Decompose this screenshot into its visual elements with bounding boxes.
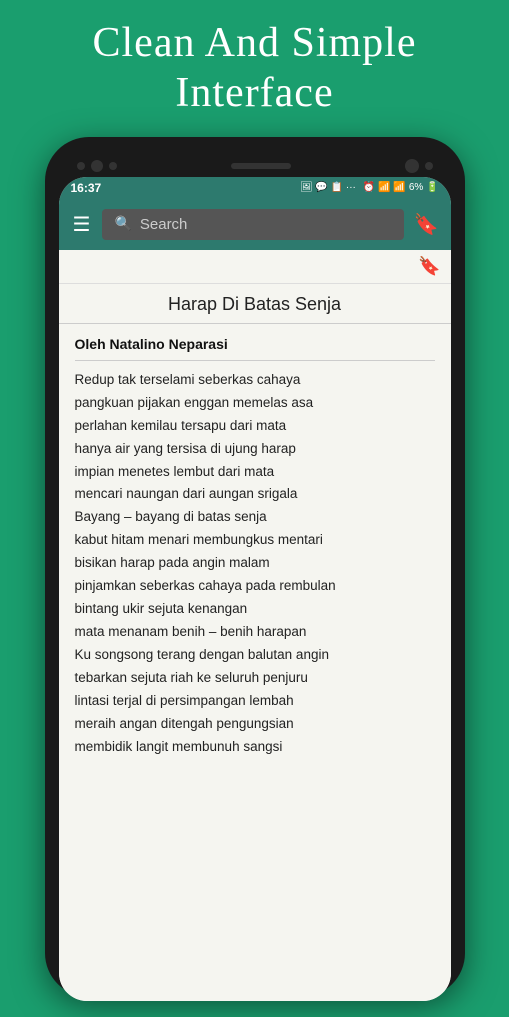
hero-title: Clean And Simple Interface — [0, 0, 509, 129]
dot-1 — [77, 162, 85, 170]
speaker — [231, 163, 291, 169]
front-camera — [405, 159, 419, 173]
dot-3 — [109, 162, 117, 170]
app-toolbar: ☰ 🔍 Search 🔖 — [59, 199, 451, 250]
poem-title: Harap Di Batas Senja — [59, 284, 451, 324]
battery-text: 6% 🔋 — [409, 182, 439, 193]
poem-line: pangkuan pijakan enggan memelas asa — [75, 392, 435, 415]
poem-line: membidik langit membunuh sangsi — [75, 736, 435, 759]
search-icon: 🔍 — [114, 216, 131, 233]
poem-line: Bayang – bayang di batas senja — [75, 506, 435, 529]
poem-line: Redup tak terselami seberkas cahaya — [75, 369, 435, 392]
poem-line: pinjamkan seberkas cahaya pada rembulan — [75, 575, 435, 598]
poem-line: tebarkan sejuta riah ke seluruh penjuru — [75, 667, 435, 690]
poem-line: perlahan kemilau tersapu dari mata — [75, 415, 435, 438]
poem-line: hanya air yang tersisa di ujung harap — [75, 438, 435, 461]
poem-line: bintang ukir sejuta kenangan — [75, 598, 435, 621]
poem-body: Oleh Natalino Neparasi Redup tak tersela… — [59, 324, 451, 771]
poem-line: kabut hitam menari membungkus mentari — [75, 529, 435, 552]
bookmark-corner-icon[interactable]: 🔖 — [418, 256, 440, 277]
search-placeholder-text: Search — [140, 216, 188, 233]
phone-camera-row — [57, 155, 453, 177]
phone-screen: 16:37 🖼 💬 📋 ··· ⏰ 📶 📶 6% 🔋 ☰ 🔍 Search 🔖 — [59, 177, 451, 1001]
poem-line: Ku songsong terang dengan balutan angin — [75, 644, 435, 667]
content-top-bar: 🔖 — [59, 250, 451, 284]
dot-2 — [91, 160, 103, 172]
poem-line: lintasi terjal di persimpangan lembah — [75, 690, 435, 713]
phone-frame: 16:37 🖼 💬 📋 ··· ⏰ 📶 📶 6% 🔋 ☰ 🔍 Search 🔖 — [45, 137, 465, 997]
status-time: 16:37 — [71, 181, 102, 195]
search-bar[interactable]: 🔍 Search — [102, 209, 403, 240]
bookmark-icon[interactable]: 🔖 — [414, 212, 439, 237]
content-area: 🔖 Harap Di Batas Senja Oleh Natalino Nep… — [59, 250, 451, 1001]
status-bar: 16:37 🖼 💬 📋 ··· ⏰ 📶 📶 6% 🔋 — [59, 177, 451, 199]
poem-author: Oleh Natalino Neparasi — [75, 336, 435, 361]
poem-lines: Redup tak terselami seberkas cahayapangk… — [75, 369, 435, 759]
poem-line: impian menetes lembut dari mata — [75, 461, 435, 484]
poem-line: meraih angan ditengah pengungsian — [75, 713, 435, 736]
dot-4 — [425, 162, 433, 170]
phone-wrapper: 16:37 🖼 💬 📋 ··· ⏰ 📶 📶 6% 🔋 ☰ 🔍 Search 🔖 — [45, 137, 465, 997]
status-icons: 🖼 💬 📋 ··· ⏰ 📶 📶 6% 🔋 — [300, 182, 439, 193]
poem-line: bisikan harap pada angin malam — [75, 552, 435, 575]
poem-line: mata menanam benih – benih harapan — [75, 621, 435, 644]
poem-line: mencari naungan dari aungan srigala — [75, 483, 435, 506]
notification-icons: 🖼 💬 📋 ··· — [300, 182, 356, 193]
menu-icon[interactable]: ☰ — [71, 210, 93, 239]
signal-icons: ⏰ 📶 📶 — [363, 182, 406, 193]
